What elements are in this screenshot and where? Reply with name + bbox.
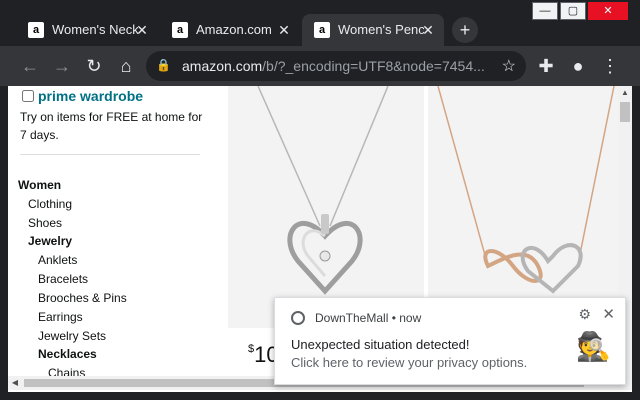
- tab-title: Amazon.com: [196, 22, 272, 37]
- maximize-button[interactable]: ▢: [560, 2, 586, 20]
- close-window-button[interactable]: ✕: [588, 2, 628, 20]
- home-icon[interactable]: ⌂: [114, 54, 138, 78]
- amazon-favicon-icon: a: [28, 22, 44, 38]
- chrome-icon: [291, 311, 305, 325]
- star-icon[interactable]: ☆: [502, 56, 516, 76]
- category-necklaces[interactable]: Necklaces: [38, 347, 97, 361]
- amazon-favicon-icon: a: [314, 22, 330, 38]
- notification-body[interactable]: Click here to review your privacy option…: [291, 355, 527, 370]
- sidebar-divider: [20, 154, 200, 155]
- product-card[interactable]: [428, 86, 624, 328]
- tab-amazon[interactable]: a Amazon.com ✕: [160, 14, 300, 46]
- gear-icon[interactable]: ⚙: [578, 306, 591, 323]
- prime-wardrobe-description: Try on items for FREE at home for 7 days…: [20, 110, 203, 142]
- profile-icon[interactable]: ●: [566, 54, 590, 78]
- notification-popup[interactable]: DownTheMall • now ⚙ ✕ Unexpected situati…: [274, 297, 626, 385]
- category-brooches-pins[interactable]: Brooches & Pins: [38, 291, 127, 305]
- back-icon[interactable]: ←: [18, 54, 42, 78]
- notification-time: now: [399, 311, 422, 325]
- tab-strip: — ▢ ✕ a Women's Neck ✕ a Amazon.com ✕ a …: [0, 0, 640, 46]
- lock-icon[interactable]: 🔒: [156, 58, 171, 74]
- minimize-button[interactable]: —: [532, 2, 558, 20]
- silver-heart-necklace-image[interactable]: [228, 86, 424, 328]
- notification-title: Unexpected situation detected!: [291, 337, 470, 352]
- filter-sidebar: prime wardrobe Try on items for FREE at …: [8, 86, 222, 380]
- tab-close-icon[interactable]: ✕: [276, 22, 292, 38]
- forward-icon[interactable]: →: [50, 54, 74, 78]
- tab-close-icon[interactable]: ✕: [134, 22, 150, 38]
- category-jewelry-sets[interactable]: Jewelry Sets: [38, 329, 106, 343]
- browser-toolbar: ← → ↻ ⌂ 🔒 amazon.com/b/?_encoding=UTF8&n…: [0, 46, 640, 86]
- scrollbar-thumb[interactable]: [620, 102, 630, 122]
- tab-womens-necklaces[interactable]: a Women's Neck ✕: [16, 14, 158, 46]
- category-clothing[interactable]: Clothing: [28, 197, 72, 211]
- scroll-up-icon[interactable]: ▲: [618, 86, 632, 100]
- menu-icon[interactable]: ⋮: [598, 54, 622, 78]
- category-bracelets[interactable]: Bracelets: [38, 272, 88, 286]
- scroll-left-icon[interactable]: ◀: [8, 376, 22, 390]
- rose-gold-infinity-heart-necklace-image[interactable]: [428, 86, 624, 328]
- prime-wardrobe-filter[interactable]: prime wardrobe: [22, 88, 143, 104]
- category-earrings[interactable]: Earrings: [38, 310, 83, 324]
- category-anklets[interactable]: Anklets: [38, 253, 77, 267]
- close-icon[interactable]: ✕: [602, 305, 615, 323]
- product-card[interactable]: [228, 86, 424, 328]
- amazon-favicon-icon: a: [172, 22, 188, 38]
- category-shoes[interactable]: Shoes: [28, 216, 62, 230]
- new-tab-button[interactable]: +: [452, 17, 478, 43]
- browser-window: — ▢ ✕ a Women's Neck ✕ a Amazon.com ✕ a …: [0, 0, 640, 400]
- notification-app: DownTheMall: [315, 311, 389, 325]
- category-women[interactable]: Women: [18, 178, 61, 192]
- tab-womens-pendants[interactable]: a Women's Penc ✕: [302, 14, 444, 46]
- address-bar[interactable]: 🔒 amazon.com/b/?_encoding=UTF8&node=7454…: [146, 51, 526, 81]
- tab-close-icon[interactable]: ✕: [420, 22, 436, 38]
- notification-source: DownTheMall • now: [315, 311, 422, 325]
- url-host: amazon.com: [182, 58, 263, 74]
- prime-wardrobe-label: prime wardrobe: [38, 88, 144, 104]
- url-text[interactable]: amazon.com/b/?_encoding=UTF8&node=7454..…: [182, 58, 492, 74]
- category-jewelry[interactable]: Jewelry: [28, 234, 72, 248]
- spy-icon: 🕵: [576, 331, 611, 362]
- url-path: /b/?_encoding=UTF8&node=7454...: [262, 58, 485, 74]
- tab-title: Women's Penc: [338, 22, 424, 37]
- extensions-icon[interactable]: ✚: [534, 54, 558, 78]
- reload-icon[interactable]: ↻: [82, 54, 106, 78]
- prime-wardrobe-checkbox[interactable]: [22, 90, 34, 102]
- tab-title: Women's Neck: [52, 22, 138, 37]
